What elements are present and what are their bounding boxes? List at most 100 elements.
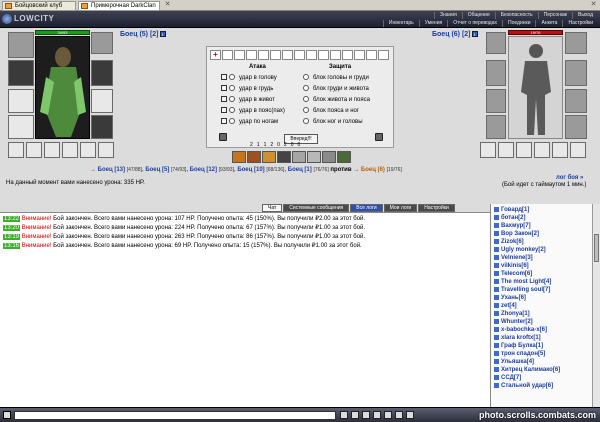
ring-slot[interactable]: [44, 142, 60, 158]
online-user[interactable]: ботан[2]: [494, 214, 560, 222]
nav-skills[interactable]: Умения: [418, 20, 447, 27]
radio-icon[interactable]: [303, 85, 309, 92]
potion-icon[interactable]: [337, 151, 351, 163]
quick-slot[interactable]: [258, 50, 269, 60]
quick-slot[interactable]: [246, 50, 257, 60]
heal-icon[interactable]: [307, 151, 321, 163]
scroll-thumb[interactable]: [594, 234, 599, 262]
defense-option[interactable]: блок груди и живота: [303, 85, 369, 93]
cloak-slot[interactable]: [8, 115, 34, 139]
online-user[interactable]: Говард[1]: [494, 206, 560, 214]
checkbox-icon[interactable]: [221, 85, 227, 92]
nav-profile[interactable]: Анкета: [535, 20, 562, 27]
online-user[interactable]: Ухань[6]: [494, 294, 560, 302]
tab-chat[interactable]: Чат: [262, 204, 283, 212]
online-user[interactable]: Вор Закон[2]: [494, 230, 560, 238]
online-user[interactable]: Ульяшка[4]: [494, 358, 560, 366]
info-icon[interactable]: i: [159, 31, 166, 38]
close-window-icon[interactable]: ✕: [589, 1, 598, 9]
right-fighter-avatar[interactable]: [508, 36, 563, 139]
online-user[interactable]: Стальной удар[6]: [494, 382, 560, 390]
checkbox-icon[interactable]: [221, 118, 227, 125]
team-fighter[interactable]: Боец [5]: [145, 167, 169, 173]
gloves-slot[interactable]: [91, 89, 113, 113]
fire-spell-icon[interactable]: [232, 151, 246, 163]
left-fighter-avatar[interactable]: [35, 36, 90, 139]
radio-icon[interactable]: [229, 96, 235, 103]
online-user[interactable]: zet[4]: [494, 302, 560, 310]
armor-slot[interactable]: [8, 89, 34, 113]
menu-icon[interactable]: [3, 411, 11, 419]
quick-slot[interactable]: [282, 50, 293, 60]
quick-slot[interactable]: [318, 50, 329, 60]
defense-icon[interactable]: [292, 151, 306, 163]
radio-icon[interactable]: [229, 118, 235, 125]
chat-input[interactable]: [14, 411, 336, 420]
close-tab-icon[interactable]: ✕: [163, 1, 172, 9]
radio-icon[interactable]: [303, 74, 309, 81]
filter-icon[interactable]: [362, 411, 370, 419]
skull-icon[interactable]: [375, 133, 383, 141]
nav-character[interactable]: Персонаж: [537, 12, 572, 19]
radio-icon[interactable]: [303, 96, 309, 103]
radio-icon[interactable]: [229, 74, 235, 81]
quick-slot[interactable]: [330, 50, 341, 60]
nav-exit[interactable]: Выход: [572, 12, 598, 19]
team-fighter[interactable]: Боец [12]: [190, 167, 217, 173]
tab-system-messages[interactable]: Системные сообщения: [283, 204, 350, 212]
online-user[interactable]: xlara kroftx[1]: [494, 334, 560, 342]
online-user[interactable]: Вахмур[7]: [494, 222, 560, 230]
online-user[interactable]: Ugly monkey[2]: [494, 246, 560, 254]
online-user[interactable]: Whunter[2]: [494, 318, 560, 326]
ring-slot[interactable]: [8, 142, 24, 158]
attack-option[interactable]: удар в голову: [221, 74, 277, 82]
nav-settings[interactable]: Настройки: [562, 20, 598, 27]
radio-icon[interactable]: [303, 118, 309, 125]
attack-option[interactable]: удар в грудь: [221, 85, 273, 93]
team-fighter[interactable]: Боец [10]: [237, 167, 264, 173]
team-fighter[interactable]: Боец [13]: [98, 167, 125, 173]
defense-option[interactable]: блок ног и головы: [303, 118, 363, 126]
online-user[interactable]: x-babochka-x[6]: [494, 326, 560, 334]
scroll-icon[interactable]: [322, 151, 336, 163]
defense-option[interactable]: блок живота и пояса: [303, 96, 370, 104]
checkbox-icon[interactable]: [221, 107, 227, 114]
quick-slot[interactable]: [270, 50, 281, 60]
online-user[interactable]: Travelling soul[7]: [494, 286, 560, 294]
attack-option[interactable]: удар по ногам: [221, 118, 278, 126]
nav-knowledge[interactable]: Знания: [433, 12, 462, 19]
nav-fights[interactable]: Поединки: [501, 20, 536, 27]
checkbox-icon[interactable]: [221, 96, 227, 103]
fire-scroll-icon[interactable]: [262, 151, 276, 163]
battle-log-link[interactable]: лог боя »: [556, 175, 583, 181]
quick-slot[interactable]: [378, 50, 389, 60]
radio-icon[interactable]: [229, 85, 235, 92]
nav-security[interactable]: Безопасность: [494, 12, 538, 19]
radio-icon[interactable]: [303, 107, 309, 114]
nav-inventory[interactable]: Инвентарь: [382, 20, 419, 27]
add-icon[interactable]: +: [210, 50, 221, 60]
online-user[interactable]: Zhonya[1]: [494, 310, 560, 318]
quick-slot[interactable]: [366, 50, 377, 60]
online-user[interactable]: Zizok[6]: [494, 238, 560, 246]
chat-window[interactable]: 13:22 Внимание! Бой закончен. Всего вами…: [0, 212, 490, 407]
info-icon[interactable]: i: [471, 31, 478, 38]
quick-slot[interactable]: [354, 50, 365, 60]
team-fighter[interactable]: Боец [1]: [288, 167, 312, 173]
boots-slot[interactable]: [91, 115, 113, 139]
ring-slot[interactable]: [26, 142, 42, 158]
tab-my-logs[interactable]: Мои логи: [383, 204, 418, 212]
online-user[interactable]: Velniene[3]: [494, 254, 560, 262]
tab-darkclan[interactable]: Примерочная DarkClan: [78, 1, 160, 11]
ring-slot[interactable]: [98, 142, 114, 158]
weapon-slot[interactable]: [8, 60, 34, 86]
quick-slot[interactable]: [342, 50, 353, 60]
online-user[interactable]: vilkinis[6]: [494, 262, 560, 270]
attack-option[interactable]: удар в пояс(пах): [221, 107, 285, 115]
nav-transfers[interactable]: Отчет о переводах: [447, 20, 502, 27]
quick-slot[interactable]: [234, 50, 245, 60]
online-user[interactable]: Telecom[6]: [494, 270, 560, 278]
tab-fight-club[interactable]: Бойцовский клуб: [2, 1, 76, 11]
online-user[interactable]: Граф Булка[1]: [494, 342, 560, 350]
ring-slot[interactable]: [62, 142, 78, 158]
